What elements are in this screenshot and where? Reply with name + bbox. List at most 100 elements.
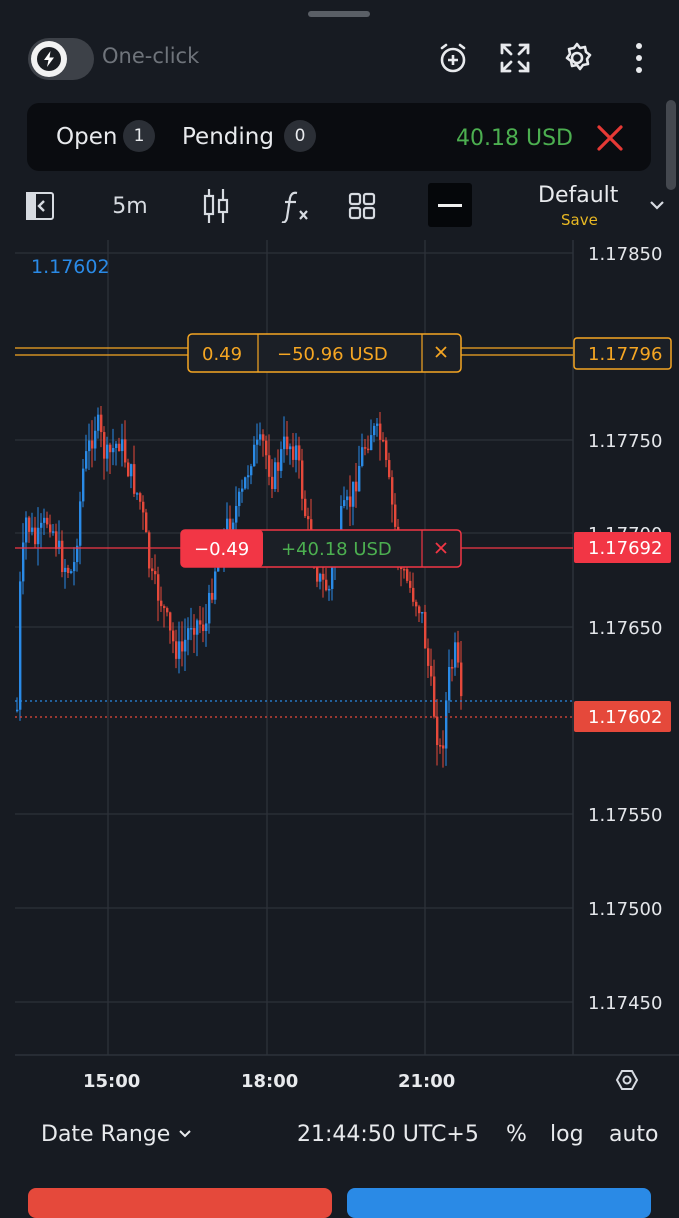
date-range-button[interactable]: Date Range — [41, 1122, 193, 1147]
time-tick: 15:00 — [83, 1071, 140, 1092]
candle-body — [97, 414, 100, 431]
candle-body — [385, 440, 388, 461]
sheet-drag-handle[interactable] — [308, 11, 370, 17]
current-price-tag-text: 1.17602 — [588, 707, 662, 728]
candle-body — [442, 745, 445, 749]
gear-icon[interactable] — [557, 38, 597, 78]
candle-body — [19, 581, 22, 710]
candle-body — [277, 462, 280, 471]
candle-body — [424, 611, 427, 649]
position-price: 1.17692 — [588, 538, 662, 559]
candle-body — [379, 423, 382, 440]
close-icon — [597, 125, 623, 151]
log-toggle[interactable]: log — [550, 1122, 584, 1147]
scrollbar[interactable] — [666, 100, 676, 190]
candle-body — [43, 517, 46, 523]
candle-body — [373, 425, 376, 436]
candle-body — [70, 571, 73, 574]
candle-body — [157, 574, 160, 601]
candle-body — [343, 500, 346, 507]
candle-body — [367, 448, 370, 451]
candle-body — [175, 641, 178, 659]
candle-body — [100, 414, 103, 433]
candle-body — [268, 455, 271, 477]
candle-body — [187, 628, 190, 640]
indicators-icon — [281, 191, 308, 223]
lightning-icon — [31, 41, 67, 77]
price-tick: 1.17450 — [588, 993, 662, 1014]
clock-readout[interactable]: 21:44:50 UTC+5 — [297, 1122, 479, 1147]
more-vert-icon[interactable] — [619, 38, 659, 78]
candle-body — [301, 460, 304, 499]
candles-icon — [203, 189, 229, 223]
candle-body — [127, 462, 130, 477]
candle-body — [445, 700, 448, 749]
candle-body — [130, 464, 133, 477]
candle-body — [448, 667, 451, 701]
candle-body — [415, 601, 418, 607]
candle-body — [352, 481, 355, 507]
candle-body — [214, 571, 217, 600]
candle-body — [205, 623, 208, 632]
candle-body — [160, 600, 163, 607]
candle-body — [103, 432, 106, 459]
percent-toggle[interactable]: % — [506, 1122, 527, 1147]
candle-body — [145, 512, 148, 533]
layout-name[interactable]: Default — [538, 183, 618, 208]
layout-dropdown[interactable] — [648, 196, 666, 218]
chart-type-button[interactable] — [196, 184, 236, 228]
fullscreen-icon[interactable] — [495, 38, 535, 78]
layout-grid-button[interactable] — [342, 184, 382, 228]
candle-body — [262, 434, 265, 441]
sell-button[interactable] — [28, 1188, 332, 1218]
price-tick: 1.17500 — [588, 899, 662, 920]
pending-count-badge: 0 — [284, 120, 316, 152]
open-tab[interactable]: Open — [56, 124, 117, 150]
panel-toggle-button[interactable] — [22, 184, 58, 228]
candle-body — [61, 540, 64, 573]
close-all-button[interactable] — [593, 121, 627, 155]
candle-body — [250, 466, 253, 476]
open-position-label[interactable]: −0.49 +40.18 USD — [180, 529, 462, 568]
candle-body — [247, 475, 250, 478]
tp-price: 1.17796 — [588, 344, 662, 365]
candle-body — [403, 569, 406, 571]
candle-body — [31, 527, 34, 532]
add-alert-icon[interactable] — [433, 38, 473, 78]
candle-body — [253, 444, 256, 467]
candle-body — [79, 501, 82, 546]
candle-body — [196, 620, 199, 635]
price-chart[interactable]: 1.17850 1.17750 1.17700 1.17650 1.17550 … — [0, 240, 679, 1120]
candle-body — [169, 612, 172, 631]
candle-body — [133, 464, 136, 494]
indicators-button[interactable] — [275, 184, 315, 228]
candle-body — [286, 436, 289, 450]
buy-button[interactable] — [347, 1188, 651, 1218]
candle-body — [52, 531, 55, 533]
candle-body — [346, 496, 349, 501]
time-tick: 18:00 — [241, 1071, 298, 1092]
one-click-toggle[interactable] — [28, 38, 94, 80]
candle-body — [139, 493, 142, 502]
timeframe-button[interactable]: 5m — [108, 184, 152, 228]
candle-body — [124, 439, 127, 463]
date-range-label: Date Range — [41, 1122, 171, 1147]
pending-tab[interactable]: Pending — [182, 124, 274, 150]
candle-body — [328, 588, 331, 591]
candle-body — [112, 448, 115, 453]
layout-save-label[interactable]: Save — [561, 211, 598, 229]
chart-settings-icon[interactable] — [615, 1070, 639, 1090]
candle-body — [391, 477, 394, 505]
candle-body — [421, 611, 424, 614]
candle-body — [73, 562, 76, 572]
candle-body — [454, 642, 457, 668]
tp-order-label[interactable]: 0.49 −50.96 USD — [187, 333, 462, 373]
candle-body — [304, 498, 307, 517]
candle-body — [67, 567, 70, 574]
candle-body — [172, 630, 175, 642]
auto-toggle[interactable]: auto — [609, 1122, 659, 1147]
price-tick: 1.17550 — [588, 805, 662, 826]
candle-body — [319, 573, 322, 582]
line-tool-button[interactable] — [428, 183, 472, 227]
candle-body — [433, 676, 436, 717]
